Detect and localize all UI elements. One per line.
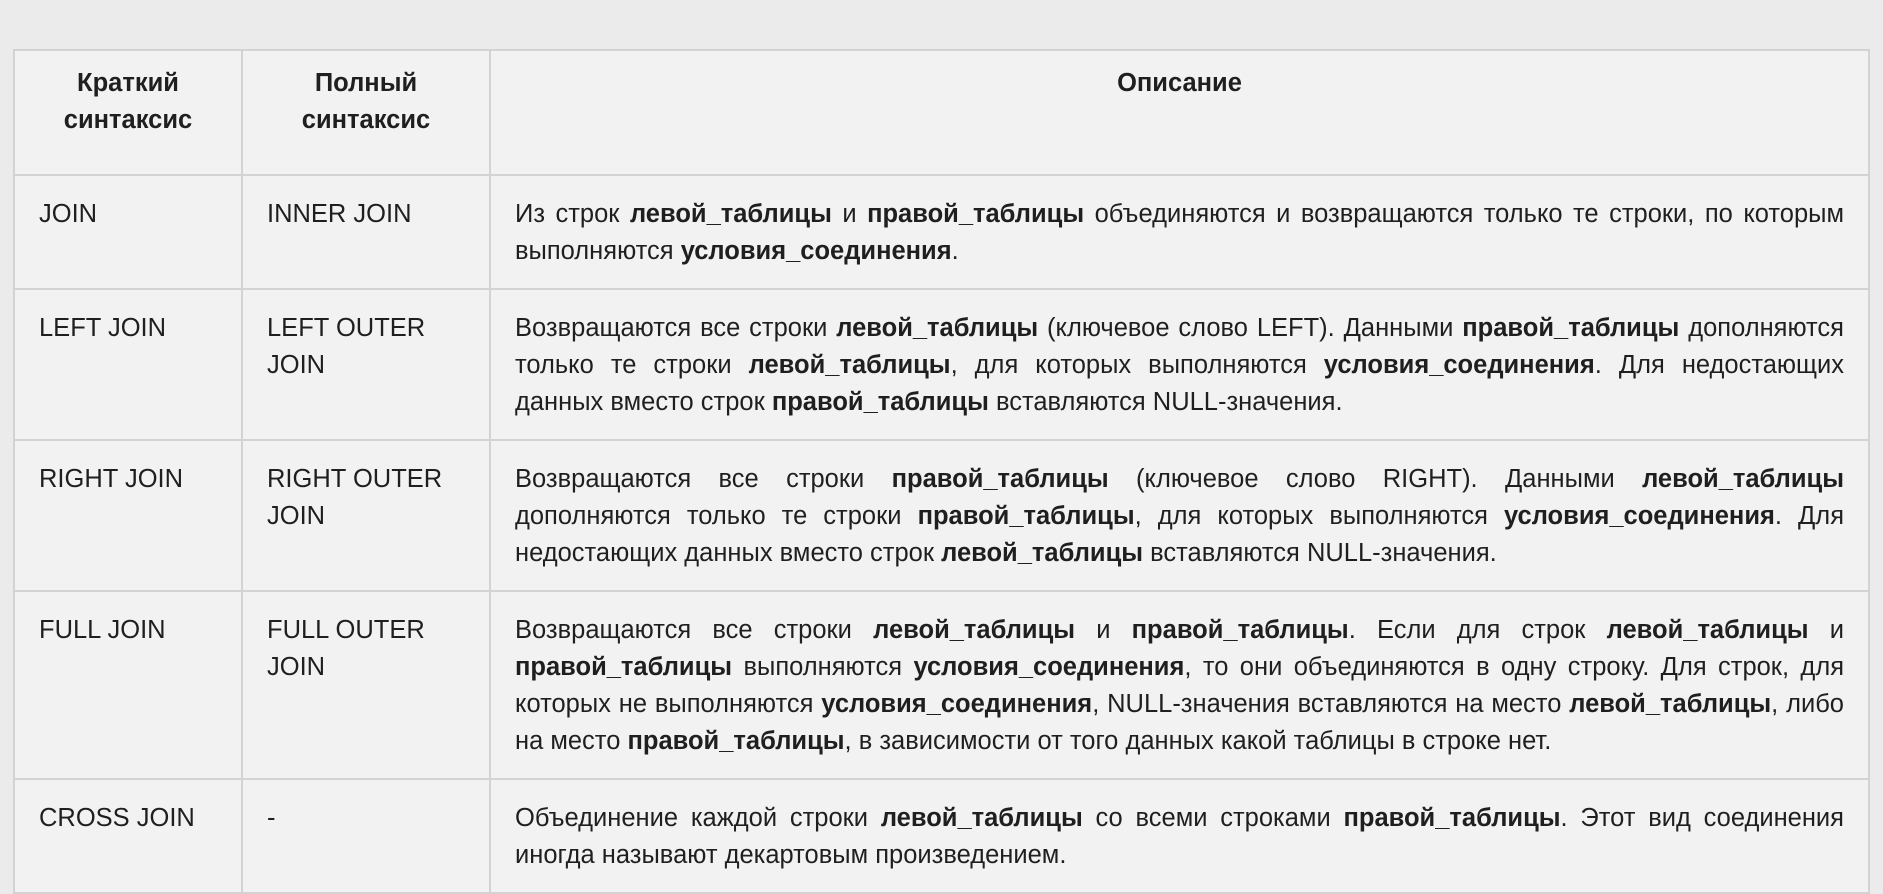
table-row: CROSS JOIN - Объединение каждой строки л… [13,778,1870,894]
header-short-syntax: Краткий синтаксис [13,49,243,176]
description-text: выполняются [732,653,914,681]
table-header-row: Краткий синтаксис Полный синтаксис Описа… [13,49,1870,176]
description-term: левой_таблицы [629,200,832,228]
description-term: правой_таблицы [771,388,989,416]
description-term: левой_таблицы [1642,465,1844,493]
description-text: (ключевое слово RIGHT). Данными [1108,465,1643,493]
description-text: дополняются только те строки [515,502,918,530]
description-cell: Возвращаются все строки правой_таблицы (… [489,439,1870,592]
header-description: Описание [489,49,1870,176]
description-term: правой_таблицы [867,200,1085,228]
description-text: Объединение каждой строки [515,804,881,832]
description-term: левой_таблицы [1569,690,1772,718]
description-text: , NULL-значения вставляются на место [1092,690,1570,718]
table-row: FULL JOIN FULL OUTER JOIN Возвращаются в… [13,590,1870,780]
description-cell: Объединение каждой строки левой_таблицы … [489,778,1870,894]
description-term: левой_таблицы [873,616,1076,644]
description-text: со всеми строками [1082,804,1344,832]
table-row: RIGHT JOIN RIGHT OUTER JOIN Возвращаются… [13,439,1870,592]
description-term: условия_соединения [913,653,1185,681]
description-text: Возвращаются все строки [515,465,892,493]
short-syntax-cell: FULL JOIN [13,590,243,780]
description-term: правой_таблицы [917,502,1135,530]
join-types-table: Краткий синтаксис Полный синтаксис Описа… [13,49,1870,894]
description-text: , для которых выполняются [950,351,1324,379]
description-term: правой_таблицы [1462,314,1680,342]
table-row: LEFT JOIN LEFT OUTER JOIN Возвращаются в… [13,288,1870,441]
description-term: левой_таблицы [880,804,1083,832]
description-text: Возвращаются все строки [515,314,837,342]
description-text: . [951,237,959,265]
short-syntax-cell: LEFT JOIN [13,288,243,441]
short-syntax-cell: RIGHT JOIN [13,439,243,592]
description-term: правой_таблицы [627,727,845,755]
description-text: (ключевое слово LEFT). Данными [1038,314,1463,342]
description-cell: Возвращаются все строки левой_таблицы (к… [489,288,1870,441]
description-text: , в зависимости от того данных какой таб… [844,727,1552,755]
description-cell: Возвращаются все строки левой_таблицы и … [489,590,1870,780]
description-text: и [1808,616,1844,644]
description-term: левой_таблицы [941,539,1144,567]
description-term: правой_таблицы [1343,804,1561,832]
header-full-syntax: Полный синтаксис [241,49,491,176]
description-text: и [1075,616,1132,644]
description-text: Возвращаются все строки [515,616,874,644]
description-text: вставляются NULL-значения. [1143,539,1497,567]
description-text: . Если для строк [1348,616,1607,644]
description-term: условия_соединения [680,237,952,265]
description-term: левой_таблицы [748,351,951,379]
description-term: правой_таблицы [1131,616,1349,644]
short-syntax-cell: JOIN [13,174,243,290]
description-text: , для которых выполняются [1134,502,1504,530]
description-text: и [831,200,868,228]
join-types-table-container: Краткий синтаксис Полный синтаксис Описа… [13,49,1870,894]
description-cell: Из строк левой_таблицы и правой_таблицы … [489,174,1870,290]
full-syntax-cell: LEFT OUTER JOIN [241,288,491,441]
description-term: левой_таблицы [836,314,1039,342]
description-term: условия_соединения [1323,351,1595,379]
description-term: условия_соединения [1503,502,1775,530]
full-syntax-cell: RIGHT OUTER JOIN [241,439,491,592]
short-syntax-cell: CROSS JOIN [13,778,243,894]
description-term: правой_таблицы [515,653,733,681]
full-syntax-cell: FULL OUTER JOIN [241,590,491,780]
description-text: вставляются NULL-значения. [988,388,1343,416]
description-term: левой_таблицы [1606,616,1809,644]
table-row: JOIN INNER JOIN Из строк левой_таблицы и… [13,174,1870,290]
description-term: правой_таблицы [891,465,1109,493]
description-text: Из строк [515,200,630,228]
full-syntax-cell: - [241,778,491,894]
full-syntax-cell: INNER JOIN [241,174,491,290]
description-term: условия_соединения [821,690,1093,718]
